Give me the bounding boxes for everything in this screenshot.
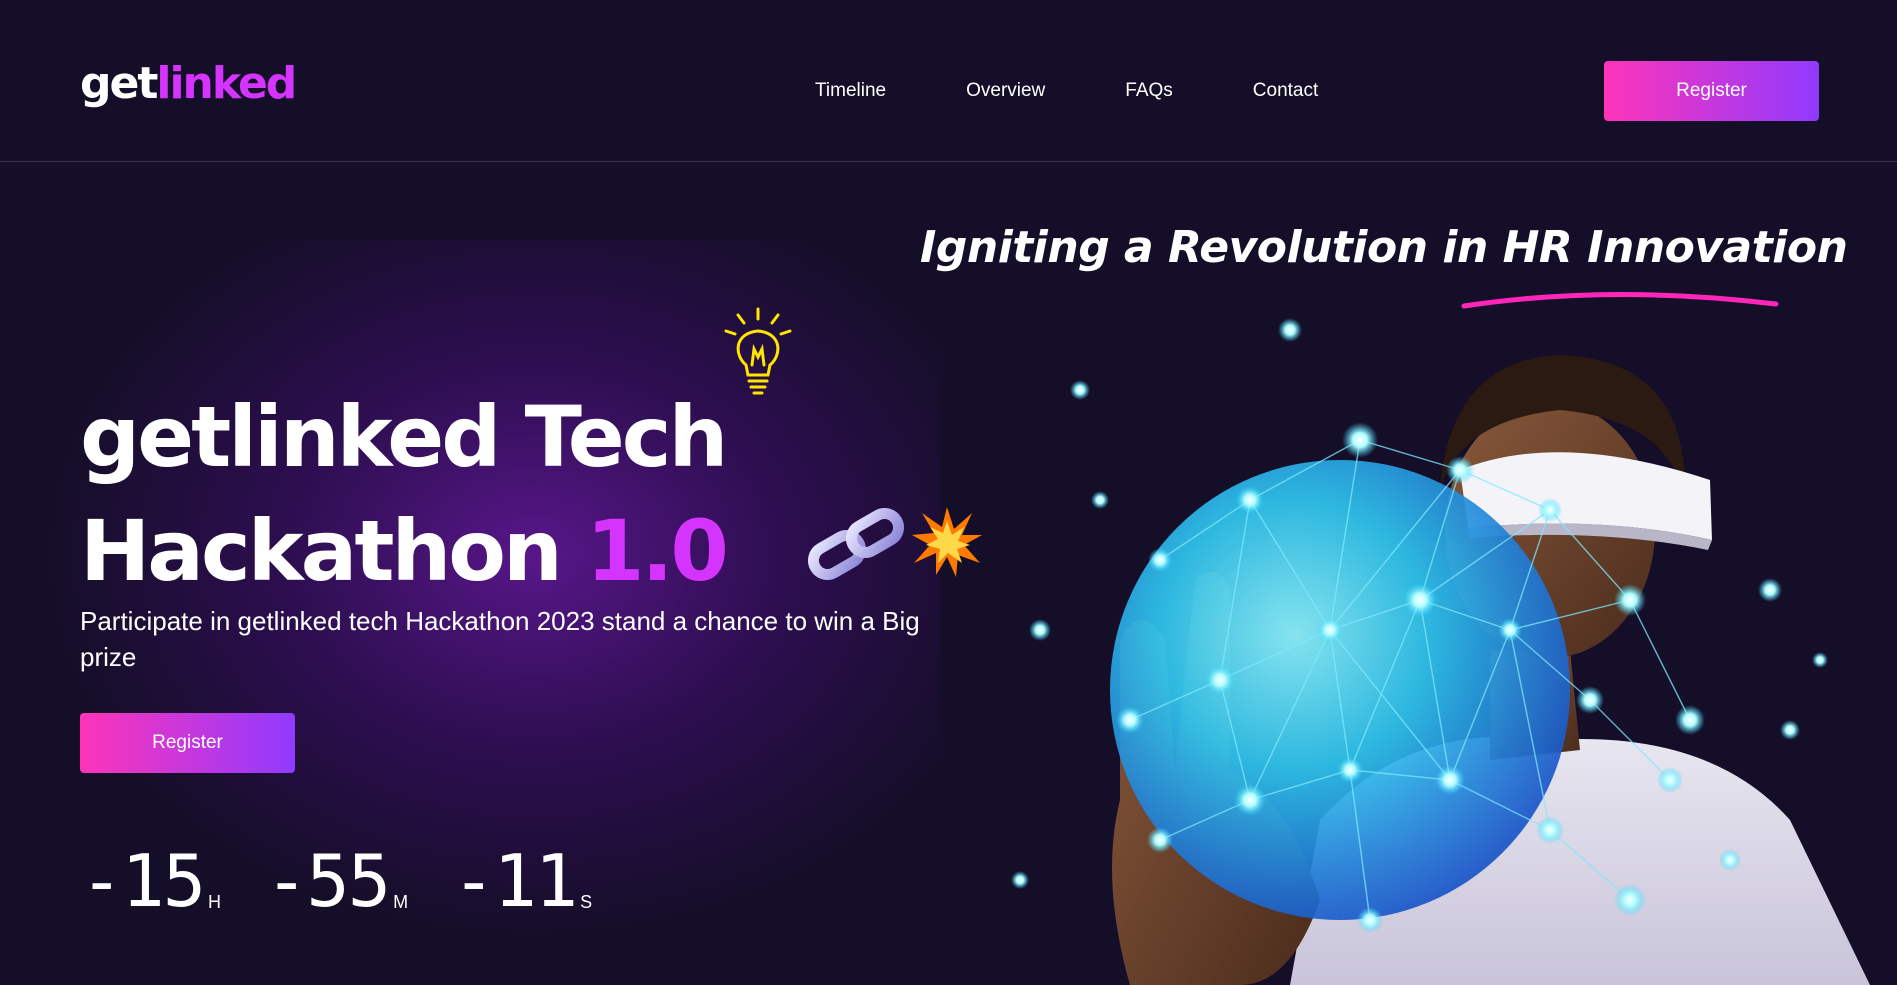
countdown-seconds: -11 S — [452, 845, 592, 917]
explosion-icon — [912, 507, 982, 577]
main-nav: Timeline Overview FAQs Contact — [815, 80, 1318, 102]
nav-contact[interactable]: Contact — [1253, 80, 1318, 102]
lightbulb-icon — [724, 307, 792, 395]
countdown-hours-label: H — [208, 892, 222, 912]
logo[interactable]: getlinked — [80, 62, 297, 106]
countdown-hours: -15 H — [80, 845, 221, 917]
hero-image-vr-man — [1011, 318, 1870, 985]
countdown-minutes-label: M — [393, 892, 409, 912]
headline-version: 1.0 — [586, 502, 729, 600]
logo-part-linked: linked — [156, 58, 297, 109]
countdown-minutes-value: -55 — [265, 839, 391, 923]
headline-line-2: Hackathon 1.0 — [80, 494, 729, 608]
nav-overview[interactable]: Overview — [966, 80, 1045, 102]
navbar: getlinked Timeline Overview FAQs Contact… — [0, 0, 1897, 162]
chain-link-icon — [807, 508, 905, 580]
hero-register-button[interactable]: Register — [80, 713, 295, 773]
nav-register-button[interactable]: Register — [1604, 61, 1819, 121]
headline-line-1: getlinked Tech — [80, 388, 728, 486]
countdown-minutes: -55 M — [265, 845, 408, 917]
hero-tagline: Igniting a Revolution in HR Innovation — [920, 222, 1848, 273]
countdown-hours-value: -15 — [80, 839, 206, 923]
nav-timeline[interactable]: Timeline — [815, 80, 886, 102]
tagline-underline — [1461, 292, 1779, 309]
countdown-seconds-label: S — [580, 892, 593, 912]
headline-word-hackathon: Hackathon — [80, 502, 563, 600]
countdown: -15 H -55 M -11 S — [80, 845, 592, 917]
hero-subtitle: Participate in getlinked tech Hackathon … — [80, 606, 920, 672]
countdown-seconds-value: -11 — [452, 839, 578, 923]
logo-part-get: get — [80, 58, 158, 109]
hero-headline: getlinked Tech Hackathon 1.0 — [80, 380, 729, 608]
nav-faqs[interactable]: FAQs — [1125, 80, 1173, 102]
